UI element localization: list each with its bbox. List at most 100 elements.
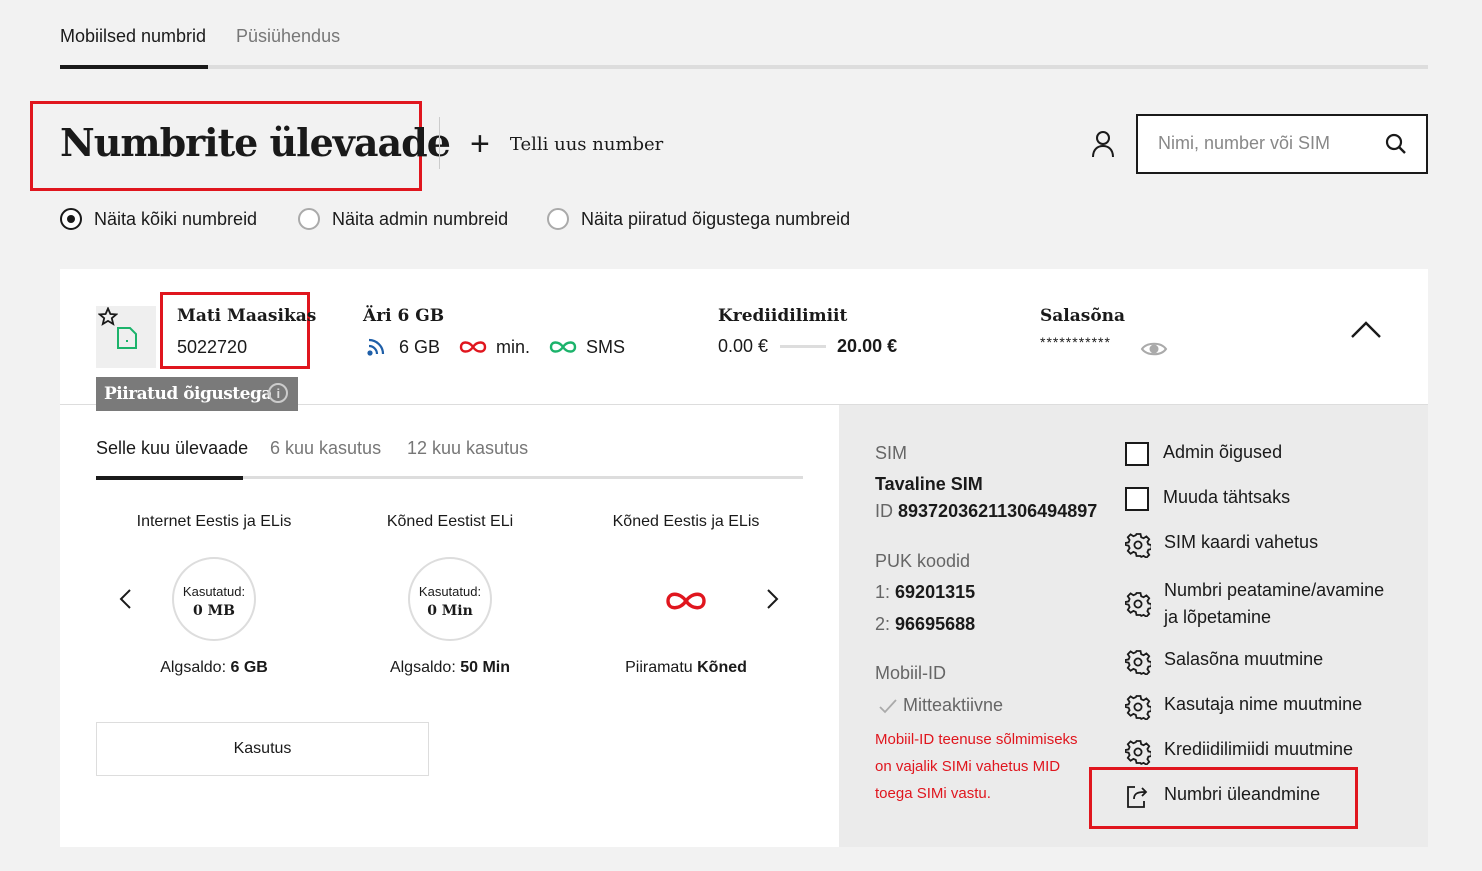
- mobile-id-status-text: Mitteaktiivne: [903, 695, 1004, 715]
- tab-fixed-connection[interactable]: Püsiühendus: [236, 26, 340, 47]
- tabs-divider: [60, 65, 1428, 69]
- plan-name: Äri 6 GB: [363, 306, 445, 326]
- filter-restricted-label: Näita piiratud õigustega numbreid: [581, 208, 851, 229]
- gauge-used-value: 0 MB: [193, 603, 235, 619]
- credit-used: 0.00 €: [718, 336, 769, 356]
- action-suspend-number[interactable]: Numbri peatamine/avamine ja lõpetamine: [1125, 577, 1395, 631]
- top-tabs: Mobiilsed numbrid Püsiühendus: [60, 22, 1428, 70]
- tab-6-months[interactable]: 6 kuu kasutus: [270, 438, 381, 459]
- puk1-label: 1:: [875, 582, 891, 602]
- gear-icon: [1125, 695, 1151, 720]
- gauge-used-label: Kasutatud:: [418, 584, 482, 599]
- gear-icon: [1125, 592, 1151, 617]
- action-admin-rights[interactable]: Admin õigused: [1125, 442, 1282, 466]
- mobile-id-label: Mobiil-ID: [875, 663, 947, 683]
- filter-all[interactable]: Näita kõiki numbreid: [60, 208, 257, 230]
- action-label: Muuda tähtsaks: [1163, 487, 1291, 507]
- foot-value: Kõned: [697, 659, 747, 676]
- usage-internet-foot: Algsaldo: 6 GB: [94, 659, 334, 677]
- eye-icon[interactable]: [1140, 339, 1168, 359]
- infinity-icon: [666, 592, 706, 610]
- plan-minutes: min.: [496, 336, 531, 357]
- gear-icon: [1125, 533, 1151, 558]
- credit-limit: 20.00 €: [837, 336, 898, 356]
- foot-value: 50 Min: [460, 659, 511, 676]
- tab-this-month[interactable]: Selle kuu ülevaade: [96, 438, 248, 459]
- order-new-number-button[interactable]: + Telli uus number: [470, 125, 664, 163]
- password-heading: Salasõna: [1040, 306, 1126, 326]
- action-sim-change[interactable]: SIM kaardi vahetus: [1125, 532, 1318, 558]
- filter-admin-label: Näita admin numbreid: [332, 208, 509, 229]
- foot-label: Algsaldo:: [160, 659, 227, 676]
- puk-code-1: 1: 69201315: [875, 582, 975, 603]
- usage-calls-eeel-title: Kõned Eestis ja ELis: [612, 513, 760, 530]
- subscriber-number: 5022720: [177, 337, 248, 357]
- search-icon[interactable]: [1384, 132, 1408, 156]
- gauge-used-value: 0 Min: [427, 603, 473, 619]
- star-icon[interactable]: [98, 307, 118, 327]
- usage-internet-title: Internet Eestis ja ELis: [136, 513, 292, 530]
- calls-gauge: Kasutatud: 0 Min: [408, 557, 492, 641]
- search-box: [1136, 114, 1428, 174]
- usage-unlimited-foot: Piiramatu Kõned: [566, 659, 806, 677]
- password-masked: ***********: [1040, 334, 1111, 350]
- user-icon[interactable]: [1090, 130, 1116, 158]
- filter-admin[interactable]: Näita admin numbreid: [298, 208, 508, 230]
- filter-restricted[interactable]: Näita piiratud õigustega numbreid: [547, 208, 850, 230]
- sim-label: SIM: [875, 443, 908, 463]
- page-title: Numbrite ülevaade: [60, 120, 451, 165]
- action-change-username[interactable]: Kasutaja nime muutmine: [1125, 694, 1362, 720]
- radio-all[interactable]: [60, 208, 82, 230]
- action-mark-important[interactable]: Muuda tähtsaks: [1125, 487, 1290, 511]
- gear-icon: [1125, 650, 1151, 675]
- sim-id-value: 89372036211306494897: [898, 501, 1098, 521]
- data-signal-icon: [367, 338, 385, 356]
- gauge-used-label: Kasutatud:: [182, 584, 246, 599]
- chevron-left-icon[interactable]: [118, 588, 132, 610]
- action-label: Salasõna muutmine: [1164, 649, 1324, 669]
- plan-features: 6 GB min. SMS: [365, 336, 625, 358]
- tab-mobile-numbers[interactable]: Mobiilsed numbrid: [60, 26, 206, 47]
- credit-row: 0.00 € 20.00 €: [718, 336, 897, 357]
- infinity-icon: [549, 341, 577, 353]
- restricted-badge: Piiratud õigustega i: [96, 377, 298, 411]
- radio-admin[interactable]: [298, 208, 320, 230]
- gear-icon: [1125, 740, 1151, 765]
- mobile-id-status: Mitteaktiivne: [878, 695, 1003, 716]
- infinity-icon: [459, 341, 487, 353]
- mobile-id-note: Mobiil-ID teenuse sõlmimiseks on vajalik…: [875, 731, 1078, 802]
- chevron-right-icon[interactable]: [766, 588, 780, 610]
- sim-icon: [117, 327, 137, 349]
- action-label: Krediidilimiidi muutmine: [1164, 739, 1354, 759]
- title-divider: [439, 117, 440, 169]
- important-checkbox[interactable]: [1125, 487, 1149, 511]
- action-label: SIM kaardi vahetus: [1164, 532, 1319, 552]
- action-label: Numbri peatamine/avamine ja lõpetamine: [1164, 580, 1385, 627]
- action-change-password[interactable]: Salasõna muutmine: [1125, 649, 1323, 675]
- usage-button[interactable]: Kasutus: [96, 722, 429, 776]
- plan-data: 6 GB: [399, 336, 441, 357]
- puk-code-2: 2: 96695688: [875, 614, 975, 635]
- plus-icon: +: [470, 125, 490, 163]
- tab-12-months[interactable]: 12 kuu kasutus: [407, 438, 528, 459]
- radio-restricted[interactable]: [547, 208, 569, 230]
- filter-all-label: Näita kõiki numbreid: [94, 208, 258, 229]
- search-input[interactable]: [1156, 132, 1380, 155]
- puk-label: PUK koodid: [875, 551, 971, 571]
- credit-bar: [780, 345, 827, 348]
- usage-calls-eu-title: Kõned Eestist ELi: [386, 513, 514, 530]
- action-change-credit-limit[interactable]: Krediidilimiidi muutmine: [1125, 739, 1353, 765]
- puk2-label: 2:: [875, 614, 891, 634]
- chevron-up-icon[interactable]: [1350, 318, 1382, 340]
- foot-label: Piiramatu: [625, 659, 693, 676]
- order-new-number-label: Telli uus number: [509, 133, 664, 155]
- info-icon[interactable]: i: [268, 383, 288, 403]
- subscriber-name: Mati Maasikas: [177, 306, 317, 326]
- admin-rights-checkbox[interactable]: [1125, 442, 1149, 466]
- transfer-highlight: [1089, 767, 1358, 829]
- sim-id: ID 89372036211306494897: [875, 501, 1097, 522]
- internet-gauge: Kasutatud: 0 MB: [172, 557, 256, 641]
- active-tab-indicator: [60, 65, 208, 69]
- usage-calls-foot: Algsaldo: 50 Min: [330, 659, 570, 677]
- puk2-value: 96695688: [895, 614, 976, 634]
